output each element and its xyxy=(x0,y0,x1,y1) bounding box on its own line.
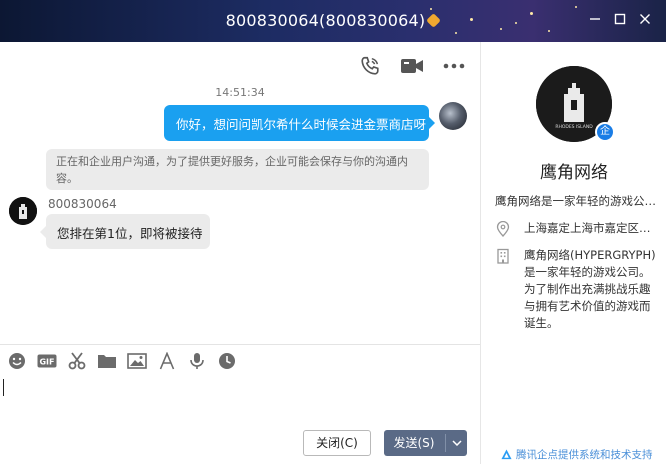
gif-icon: GIF xyxy=(37,354,57,368)
provider-footer[interactable]: 腾讯企点提供系统和技术支持 xyxy=(501,447,653,462)
message-timestamp: 14:51:34 xyxy=(215,86,265,99)
folder-icon xyxy=(98,355,116,368)
gif-label: GIF xyxy=(39,358,54,367)
company-description: 鹰角网络是一家年轻的游戏公… xyxy=(495,194,655,208)
file-button[interactable] xyxy=(97,351,117,371)
more-button[interactable] xyxy=(442,54,466,78)
font-button[interactable] xyxy=(157,351,177,371)
phone-call-icon xyxy=(361,56,379,75)
company-address: 上海嘉定上海市嘉定区… xyxy=(524,221,651,235)
logo-text: RHODES ISLAND xyxy=(555,124,593,130)
crown-badge-icon xyxy=(426,13,442,28)
address-row[interactable]: 上海嘉定上海市嘉定区… xyxy=(495,220,651,237)
close-icon xyxy=(640,14,650,24)
intro-line: 与拥有艺术价值的游戏而 xyxy=(524,299,651,313)
input-divider xyxy=(0,344,480,345)
history-button[interactable] xyxy=(217,351,237,371)
agent-name: 800830064 xyxy=(48,197,117,211)
location-pin-icon xyxy=(496,221,510,237)
agent-avatar[interactable] xyxy=(9,197,37,225)
enterprise-badge: 企 xyxy=(595,122,615,142)
outgoing-message-bubble[interactable]: 你好，想问问凯尔希什么时候会进金票商店呀 xyxy=(164,105,435,141)
voice-message-button[interactable] xyxy=(187,351,207,371)
intro-line: 诞生。 xyxy=(524,316,559,330)
profile-panel: RHODES ISLAND 企 鹰角网络 鹰角网络是一家年轻的游戏公… 上海嘉定… xyxy=(480,42,666,464)
maximize-icon xyxy=(614,13,626,25)
clock-icon xyxy=(219,353,235,369)
send-options-dropdown[interactable] xyxy=(446,430,467,456)
voice-call-button[interactable] xyxy=(358,54,382,78)
qidian-logo-icon xyxy=(501,449,512,460)
font-icon xyxy=(159,352,175,370)
chevron-down-icon xyxy=(451,440,462,446)
chat-toolbar xyxy=(358,54,466,78)
intro-line: 是一家年轻的游戏公司。 xyxy=(524,265,651,279)
intro-line: 鹰角网络(HYPERGRYPH) xyxy=(524,248,656,262)
video-call-icon xyxy=(401,59,423,73)
title-bar: 800830064(800830064) xyxy=(0,0,666,42)
minimize-button[interactable] xyxy=(586,12,604,30)
user-avatar[interactable] xyxy=(439,102,467,130)
message-input[interactable] xyxy=(0,374,480,424)
send-label: 发送(S) xyxy=(393,436,435,450)
screenshot-button[interactable] xyxy=(67,351,87,371)
system-notice: 正在和企业用户沟通，为了提供更好服务，企业可能会保存与你的沟通内容。 xyxy=(46,149,429,190)
intro-line: 为了制作出充满挑战乐趣 xyxy=(524,282,651,296)
close-window-button[interactable] xyxy=(636,12,654,30)
text-caret xyxy=(3,379,4,396)
rhodes-island-logo-icon xyxy=(9,197,37,225)
voice-icon xyxy=(190,353,204,369)
video-call-button[interactable] xyxy=(400,54,424,78)
company-name: 鹰角网络 xyxy=(540,163,608,183)
company-intro: 鹰角网络(HYPERGRYPH) 是一家年轻的游戏公司。 为了制作出充满挑战乐趣… xyxy=(524,247,656,332)
gif-button[interactable]: GIF xyxy=(37,351,57,371)
intro-row: 鹰角网络(HYPERGRYPH) 是一家年轻的游戏公司。 为了制作出充满挑战乐趣… xyxy=(495,247,656,332)
image-button[interactable] xyxy=(127,351,147,371)
window-title: 800830064(800830064) xyxy=(0,11,666,30)
provider-footer-text: 腾讯企点提供系统和技术支持 xyxy=(516,449,653,461)
input-toolbar: GIF xyxy=(7,351,237,371)
chat-panel: 14:51:34 你好，想问问凯尔希什么时候会进金票商店呀 正在和企业用户沟通，… xyxy=(0,42,480,464)
more-icon xyxy=(443,63,465,69)
building-icon xyxy=(497,248,509,264)
close-button[interactable]: 关闭(C) xyxy=(303,430,371,456)
scissors-icon xyxy=(68,352,86,370)
incoming-message-bubble[interactable]: 您排在第1位，即将被接待 xyxy=(40,214,210,249)
image-icon xyxy=(127,353,147,369)
minimize-icon xyxy=(590,18,600,20)
emoji-icon xyxy=(9,353,25,369)
maximize-button[interactable] xyxy=(611,12,629,30)
emoji-button[interactable] xyxy=(7,351,27,371)
send-button[interactable]: 发送(S) xyxy=(384,430,467,456)
